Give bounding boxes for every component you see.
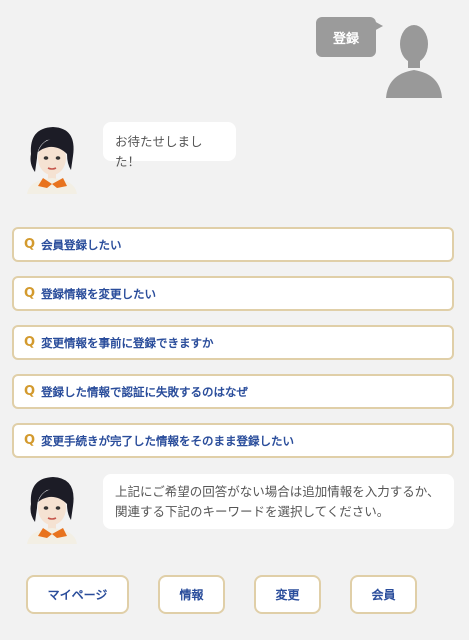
keyword-button-change[interactable]: 変更 — [254, 575, 321, 614]
bot-message-text: お待たせしました！ — [115, 134, 203, 169]
question-label: 登録情報を変更したい — [41, 286, 157, 301]
question-item[interactable]: Q 登録情報を変更したい — [12, 276, 454, 311]
q-mark: Q — [24, 335, 36, 350]
question-label: 会員登録したい — [41, 237, 122, 252]
user-message-text: 登録 — [332, 31, 359, 47]
question-item[interactable]: Q 会員登録したい — [12, 227, 454, 262]
operator-avatar-icon — [27, 477, 77, 544]
q-mark: Q — [24, 237, 36, 252]
bot-message-bubble: 上記にご希望の回答がない場合は追加情報を入力するか、関連する下記のキーワードを選… — [103, 474, 454, 529]
user-avatar-icon — [386, 25, 442, 98]
q-mark: Q — [24, 433, 36, 448]
question-item[interactable]: Q 変更手続きが完了した情報をそのまま登録したい — [12, 423, 454, 458]
keyword-button-mypage[interactable]: マイページ — [26, 575, 129, 614]
question-item[interactable]: Q 変更情報を事前に登録できますか — [12, 325, 454, 360]
keyword-label: マイページ — [47, 588, 108, 602]
keyword-label: 会員 — [371, 588, 396, 602]
keyword-button-member[interactable]: 会員 — [350, 575, 417, 614]
q-mark: Q — [24, 286, 36, 301]
bot-message-bubble: お待たせしました！ — [103, 122, 236, 169]
keyword-label: 情報 — [179, 588, 204, 602]
suggested-questions-list: Q 会員登録したい Q 登録情報を変更したい Q 変更情報を事前に登録できますか… — [12, 227, 454, 472]
question-label: 変更情報を事前に登録できますか — [41, 335, 214, 350]
keyword-label: 変更 — [275, 588, 300, 602]
question-label: 変更手続きが完了した情報をそのまま登録したい — [41, 433, 295, 448]
question-label: 登録した情報で認証に失敗するのはなぜ — [41, 384, 249, 399]
question-item[interactable]: Q 登録した情報で認証に失敗するのはなぜ — [12, 374, 454, 409]
operator-avatar-icon — [27, 127, 77, 194]
bot-message-text: 上記にご希望の回答がない場合は追加情報を入力するか、関連する下記のキーワードを選… — [115, 484, 440, 519]
q-mark: Q — [24, 384, 36, 399]
user-message-bubble: 登録 — [316, 17, 383, 57]
keyword-button-info[interactable]: 情報 — [158, 575, 225, 614]
